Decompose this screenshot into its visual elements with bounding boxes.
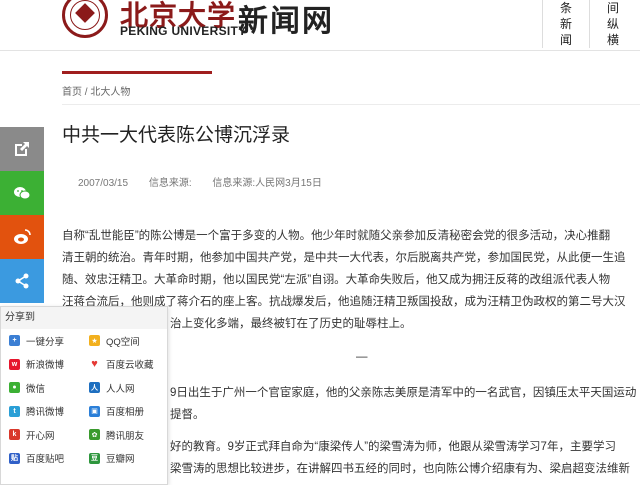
- article-text-line: 治上变化多端，最终被钉在了历史的耻辱柱上。: [170, 318, 412, 330]
- share-option-label: 一键分享: [26, 336, 65, 348]
- share-option-label: 新浪微博: [26, 360, 65, 372]
- douban-icon: 豆: [89, 452, 100, 464]
- share-wechat-button[interactable]: [0, 171, 44, 215]
- site-logo[interactable]: 北京大学 PEKING UNIVERSITY: [62, 0, 246, 44]
- share-option-label: 百度相册: [106, 407, 145, 419]
- article-text-line: 提督。: [170, 409, 205, 421]
- article-text-line: 好的教育。9岁正式拜自命为“康梁传人”的梁雪涛为师，他跟从梁雪涛学习7年，主要学…: [170, 441, 616, 453]
- nav-item-news[interactable]: 条 新 闻: [542, 0, 589, 48]
- section-accent-line: [62, 71, 212, 74]
- share-option-label: 百度云收藏: [106, 360, 154, 372]
- plus-icon: +: [9, 335, 20, 347]
- nav-char: 横: [606, 33, 619, 47]
- tieba-icon: 贴: [9, 452, 20, 464]
- site-header: 北京大学 PEKING UNIVERSITY 新闻网 条 新 闻 间 纵 横: [0, 0, 640, 51]
- nav-char: 间: [606, 1, 619, 15]
- share-option-label: 腾讯朋友: [106, 430, 145, 442]
- share-option-label: 腾讯微博: [26, 407, 65, 419]
- brand-en: PEKING UNIVERSITY: [120, 24, 247, 38]
- breadcrumb-home-link[interactable]: 首页: [62, 87, 82, 98]
- article-meta: 2007/03/15 信息来源: 信息来源:人民网3月15日: [78, 174, 336, 189]
- nav-char: 条: [559, 1, 572, 15]
- share-panel-heading: 分享到: [1, 307, 167, 329]
- article-text-line: 随、效忠汪精卫。大革命时期，他以国民党“左派”自诩。大革命失败后，他又成为拥汪反…: [62, 274, 611, 286]
- section-divider-dash: —: [356, 351, 368, 363]
- friends-icon: ✿: [89, 429, 100, 441]
- share-option-label: 人人网: [106, 383, 135, 395]
- nav-char: 闻: [559, 33, 572, 47]
- weibo-icon: [14, 229, 31, 244]
- share-option-label: 开心网: [26, 430, 55, 442]
- share-option[interactable]: w 新浪微博: [9, 353, 89, 377]
- nav-char: 纵: [606, 17, 619, 31]
- star-icon: ★: [89, 335, 100, 347]
- share-option[interactable]: 人人人网: [89, 376, 169, 400]
- source-value: 信息来源:人民网3月15日: [212, 178, 322, 189]
- weibo-icon: w: [9, 358, 20, 370]
- tencent-weibo-icon: t: [9, 405, 20, 417]
- share-option[interactable]: + 一键分享: [9, 329, 89, 353]
- share-option[interactable]: ▣ 百度相册: [89, 400, 169, 424]
- share-option[interactable]: 贴百度贴吧: [9, 447, 89, 471]
- kaixin-icon: k: [9, 429, 20, 441]
- share-option-label: QQ空间: [106, 336, 140, 348]
- wechat-icon: [14, 187, 31, 200]
- article-text-line: 自称“乱世能臣”的陈公博是一个富于多变的人物。他少年时就随父亲参加反清秘密会党的…: [62, 230, 611, 242]
- heart-icon: ♥: [89, 358, 100, 370]
- breadcrumb: 首页 / 北大人物: [62, 83, 130, 98]
- source-label: 信息来源:: [148, 178, 192, 189]
- share-weibo-button[interactable]: [0, 215, 44, 259]
- share-option-label: 豆瓣网: [106, 454, 135, 466]
- share-nodes-icon: [15, 273, 29, 289]
- share-option[interactable]: ♥ 百度云收藏: [89, 353, 169, 377]
- article-date: 2007/03/15: [78, 178, 129, 189]
- article-title: 中共一大代表陈公博沉浮录: [62, 125, 291, 146]
- site-title[interactable]: 新闻网: [238, 0, 334, 40]
- share-option[interactable]: k 开心网: [9, 423, 89, 447]
- share-option[interactable]: ✿ 腾讯朋友: [89, 423, 169, 447]
- renren-icon: 人: [89, 382, 100, 394]
- share-options-grid: + 一键分享 ★ QQ空间 w 新浪微博 ♥ 百度云收藏 ● 微信 人人人网 t 腾讯微博 …: [1, 329, 167, 470]
- breadcrumb-section-link[interactable]: 北大人物: [90, 87, 130, 98]
- article-text-line: 梁雪涛的思想比较进步，在讲解四书五经的同时，也向陈公博介绍康有为、梁启超变法维新: [170, 463, 630, 475]
- university-seal-icon: [62, 0, 108, 38]
- share-option[interactable]: 豆豆瓣网: [89, 447, 169, 471]
- divider: [62, 104, 640, 105]
- share-option-label: 微信: [26, 383, 46, 395]
- share-option-label: 百度贴吧: [26, 454, 65, 466]
- article-text-line: 9日出生于广州一个官宦家庭，他的父亲陈志美原是清军中的一名武官，因镇压太平天国运…: [170, 387, 637, 399]
- share-external-button[interactable]: [0, 127, 44, 171]
- wechat-icon: ●: [9, 382, 20, 394]
- external-share-icon: [15, 142, 29, 156]
- article-text-line: 清王朝的统治。青年时期，他参加中国共产党，是中共一大代表，尔后脱离共产党，参加国…: [62, 252, 626, 264]
- top-nav: 条 新 闻 间 纵 横: [542, 0, 636, 50]
- share-more-button[interactable]: [0, 259, 44, 303]
- nav-item-overview[interactable]: 间 纵 横: [589, 0, 636, 48]
- share-option[interactable]: t 腾讯微博: [9, 400, 89, 424]
- share-option[interactable]: ★ QQ空间: [89, 329, 169, 353]
- album-icon: ▣: [89, 405, 100, 417]
- nav-char: 新: [559, 17, 572, 31]
- brand: 北京大学 PEKING UNIVERSITY: [120, 0, 246, 44]
- share-option[interactable]: ● 微信: [9, 376, 89, 400]
- share-panel: 分享到 + 一键分享 ★ QQ空间 w 新浪微博 ♥ 百度云收藏 ● 微信 人人人网 t腾…: [0, 306, 168, 485]
